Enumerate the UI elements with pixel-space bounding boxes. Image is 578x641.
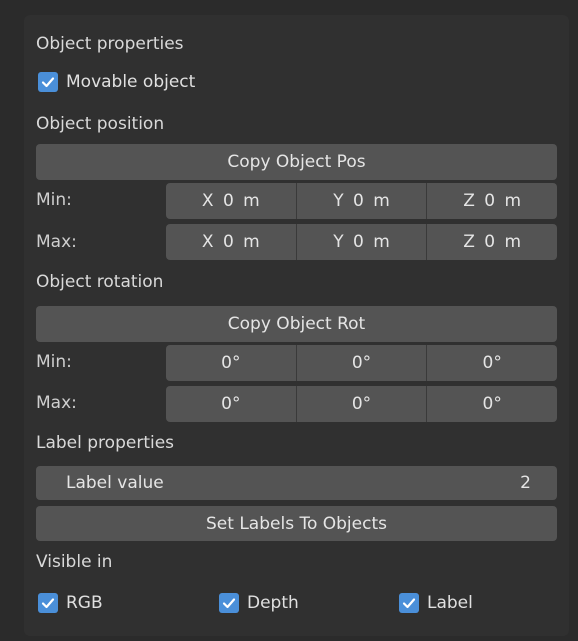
visible-in-heading: Visible in (36, 552, 113, 572)
checkmark-icon (41, 77, 55, 88)
label-value-number: 2 (520, 473, 531, 493)
visible-depth-checkbox-row[interactable]: Depth (219, 591, 299, 615)
object-position-heading: Object position (36, 114, 165, 134)
visible-label-checkbox[interactable] (399, 593, 419, 613)
rotation-min-label: Min: (36, 352, 72, 372)
visible-rgb-checkbox[interactable] (38, 593, 58, 613)
movable-object-label: Movable object (66, 72, 196, 92)
checkmark-icon (402, 598, 416, 609)
position-max-x-field[interactable]: X 0 m (166, 224, 297, 260)
movable-object-checkbox[interactable] (38, 72, 58, 92)
set-labels-to-objects-button[interactable]: Set Labels To Objects (36, 506, 557, 541)
visible-depth-label: Depth (247, 593, 299, 613)
object-properties-heading: Object properties (36, 34, 184, 54)
position-max-z-field[interactable]: Z 0 m (427, 224, 557, 260)
position-max-y-field[interactable]: Y 0 m (296, 224, 428, 260)
rotation-min-fields: 0° 0° 0° (166, 345, 557, 381)
checkmark-icon (222, 598, 236, 609)
position-min-z-field[interactable]: Z 0 m (427, 183, 557, 219)
position-min-x-field[interactable]: X 0 m (166, 183, 297, 219)
rotation-max-z-field[interactable]: 0° (427, 386, 557, 422)
movable-object-checkbox-row[interactable]: Movable object (38, 70, 195, 94)
position-min-fields: X 0 m Y 0 m Z 0 m (166, 183, 557, 219)
visible-label-checkbox-row[interactable]: Label (399, 591, 473, 615)
label-value-field[interactable]: Label value 2 (36, 466, 557, 500)
checkmark-icon (41, 598, 55, 609)
rotation-max-fields: 0° 0° 0° (166, 386, 557, 422)
copy-object-rot-button[interactable]: Copy Object Rot (36, 306, 557, 342)
visible-rgb-checkbox-row[interactable]: RGB (38, 591, 103, 615)
object-rotation-heading: Object rotation (36, 272, 164, 292)
label-value-label: Label value (66, 473, 164, 493)
rotation-min-x-field[interactable]: 0° (166, 345, 297, 381)
position-max-fields: X 0 m Y 0 m Z 0 m (166, 224, 557, 260)
rotation-min-y-field[interactable]: 0° (296, 345, 428, 381)
rotation-max-x-field[interactable]: 0° (166, 386, 297, 422)
copy-object-pos-button[interactable]: Copy Object Pos (36, 144, 557, 180)
visible-label-label: Label (427, 593, 473, 613)
position-min-label: Min: (36, 190, 72, 210)
visible-depth-checkbox[interactable] (219, 593, 239, 613)
position-min-y-field[interactable]: Y 0 m (296, 183, 428, 219)
rotation-max-label: Max: (36, 393, 77, 413)
label-properties-heading: Label properties (36, 433, 175, 453)
rotation-max-y-field[interactable]: 0° (296, 386, 428, 422)
rotation-min-z-field[interactable]: 0° (427, 345, 557, 381)
visible-rgb-label: RGB (66, 593, 103, 613)
position-max-label: Max: (36, 232, 77, 252)
